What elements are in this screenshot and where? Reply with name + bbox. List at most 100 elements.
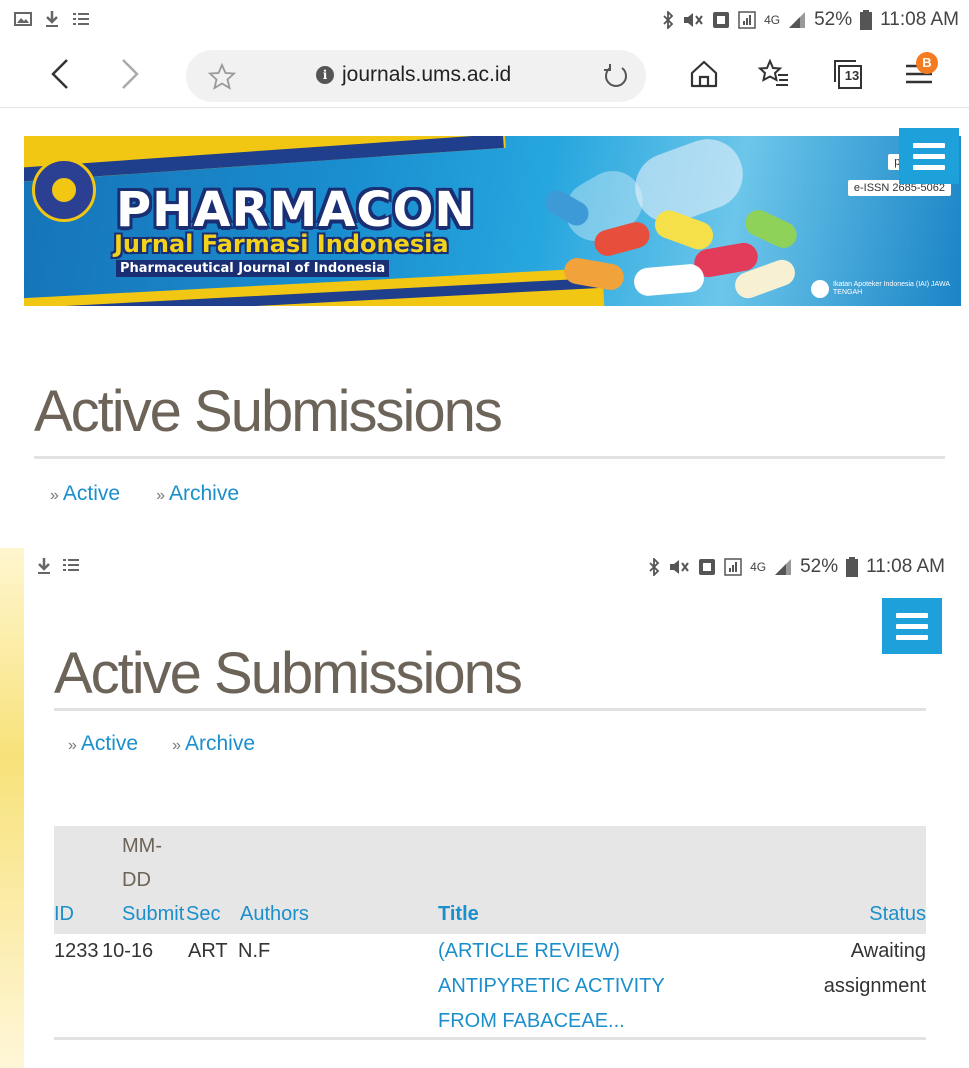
chevron-right-icon [122, 59, 139, 89]
site-info-icon[interactable]: i [316, 66, 334, 84]
cell-signal-icon [789, 12, 806, 28]
download-notification-icon [46, 11, 58, 27]
home-button[interactable] [682, 52, 726, 96]
battery-icon [860, 10, 873, 30]
signal-box-icon [724, 558, 742, 576]
site-menu-button[interactable] [899, 128, 959, 184]
col-header-submit[interactable]: Submit [122, 897, 184, 931]
col-header-title[interactable]: Title [438, 897, 479, 931]
network-type: 4G [750, 560, 767, 574]
chevron-left-icon [51, 59, 68, 89]
mute-icon [670, 560, 689, 574]
hamburger-line [896, 612, 928, 618]
status-bar: 4G 52% 11:08 AM [0, 0, 969, 44]
hamburger-line [913, 153, 945, 159]
hamburger-line [896, 623, 928, 629]
status-line: Awaiting [850, 940, 926, 962]
reload-icon[interactable] [602, 62, 630, 90]
url-text[interactable]: journals.ums.ac.id [342, 63, 511, 87]
status-left-icons [14, 10, 90, 28]
bluetooth-icon [649, 558, 660, 576]
status-line: assignment [823, 975, 926, 997]
battery-percent: 52% [800, 556, 839, 577]
nav-active-item[interactable]: » Active [68, 732, 138, 756]
nfc-icon [713, 12, 730, 28]
cell-sec: ART [188, 940, 228, 962]
col-header-authors[interactable]: Authors [240, 897, 309, 931]
list-notification-icon [63, 559, 79, 571]
title-line[interactable]: (ARTICLE REVIEW) [438, 934, 665, 969]
col-header-status[interactable]: Status [869, 897, 926, 931]
signal-box-icon [738, 11, 756, 29]
banner-subtitle: Jurnal Farmasi Indonesia [114, 230, 449, 258]
nav-archive-item[interactable]: » Archive [172, 732, 255, 756]
iai-text: Ikatan Apoteker Indonesia (IAI) JAWA TEN… [833, 281, 950, 296]
menu-badge: B [916, 52, 938, 74]
nfc-icon [699, 559, 716, 575]
university-seal-logo [32, 158, 96, 222]
iai-logo [811, 280, 829, 298]
table-row: 1233 10-16 ART N.F (ARTICLE REVIEW) ANTI… [54, 934, 926, 1040]
cell-id: 1233 [54, 940, 99, 962]
col-header-date-top: MM- [122, 835, 162, 857]
bookmark-list-icon [758, 59, 788, 86]
hamburger-line [913, 164, 945, 170]
journal-banner: PHARMACON Jurnal Farmasi Indonesia Pharm… [24, 136, 961, 306]
hamburger-line [896, 634, 928, 640]
nav-active-link[interactable]: Active [63, 482, 120, 505]
title-line[interactable]: FROM FABACEAE... [438, 1004, 665, 1039]
submission-nav: » Active » Archive [50, 482, 239, 506]
title-divider [34, 456, 945, 459]
home-icon [690, 60, 718, 88]
pills-illustration [541, 136, 814, 306]
battery-percent: 52% [814, 9, 853, 30]
forward-button[interactable] [108, 52, 152, 96]
cell-signal-icon [775, 559, 792, 575]
address-bar[interactable]: i journals.ums.ac.id [186, 50, 646, 102]
page-title: Active Submissions [34, 379, 503, 444]
second-screenshot: 4G 52% 11:08 AM Active Submissions » Acti… [24, 548, 969, 1068]
back-button[interactable] [38, 52, 82, 96]
nav-active-item[interactable]: » Active [50, 482, 120, 506]
browser-toolbar: i journals.ums.ac.id 13 B [0, 44, 969, 108]
col-header-sec[interactable]: Sec [186, 897, 220, 931]
clock: 11:08 AM [866, 556, 945, 577]
bookmarks-button[interactable] [752, 52, 796, 96]
bookmark-star-icon[interactable] [208, 63, 236, 91]
mute-icon [684, 13, 703, 27]
title-divider [54, 708, 926, 711]
browser-menu-button[interactable]: B [898, 52, 942, 96]
status-bar-secondary: 4G 52% 11:08 AM [24, 548, 969, 588]
tab-count: 13 [844, 68, 860, 83]
download-notification-icon [38, 558, 50, 574]
submission-nav: » Active » Archive [68, 732, 255, 756]
clock: 11:08 AM [880, 9, 959, 30]
submissions-table: ID MM- DD Submit Sec Authors Title Statu… [54, 826, 926, 1040]
title-line[interactable]: ANTIPYRETIC ACTIVITY [438, 969, 665, 1004]
background-decoration [0, 548, 24, 1068]
status-left-icons [36, 557, 80, 575]
battery-icon [846, 557, 859, 577]
nav-archive-link[interactable]: Archive [169, 482, 239, 505]
cell-date: 10-16 [102, 940, 154, 962]
status-right-icons: 4G 52% 11:08 AM [662, 9, 959, 31]
col-header-id[interactable]: ID [54, 897, 74, 931]
col-header-date-mid: DD [122, 869, 151, 891]
page-title: Active Submissions [54, 641, 523, 706]
tabs-button[interactable]: 13 [826, 52, 870, 96]
hamburger-line [913, 142, 945, 148]
bluetooth-icon [663, 11, 674, 29]
site-menu-button[interactable] [882, 598, 942, 654]
status-right-icons: 4G 52% 11:08 AM [648, 556, 945, 578]
table-header: ID MM- DD Submit Sec Authors Title Statu… [54, 826, 926, 934]
network-type: 4G [764, 13, 781, 27]
banner-tagline: Pharmaceutical Journal of Indonesia [116, 260, 390, 277]
cell-authors: N.F [238, 940, 271, 962]
nav-archive-link[interactable]: Archive [185, 732, 255, 755]
nav-active-link[interactable]: Active [81, 732, 138, 755]
cell-title-link[interactable]: (ARTICLE REVIEW) ANTIPYRETIC ACTIVITY FR… [438, 934, 665, 1039]
iai-logo-block: Ikatan Apoteker Indonesia (IAI) JAWA TEN… [811, 280, 953, 298]
cell-status: Awaiting assignment [824, 934, 926, 1004]
image-notification-icon [14, 12, 32, 26]
nav-archive-item[interactable]: » Archive [156, 482, 239, 506]
